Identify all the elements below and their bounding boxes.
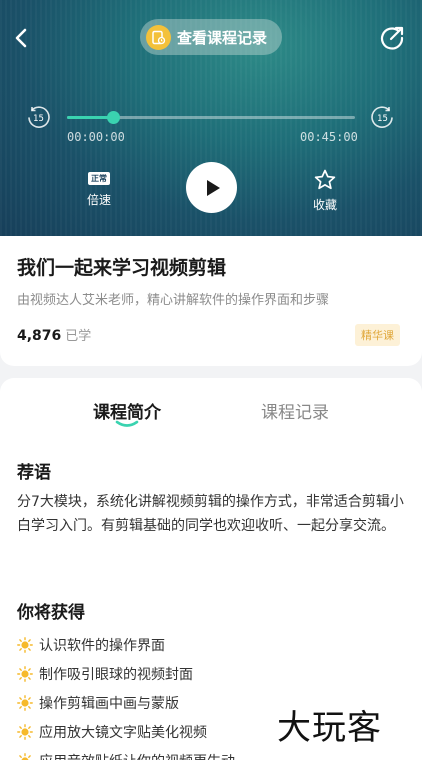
favorite-button[interactable]: 收藏 (305, 168, 345, 213)
list-item: 应用音效贴纸让你的视频更生动 (17, 746, 235, 760)
forward-seconds: 15 (377, 114, 388, 124)
list-item: 制作吸引眼球的视频封面 (17, 659, 235, 688)
learned-unit: 已学 (65, 329, 92, 344)
sun-icon (17, 665, 33, 682)
recommend-text: 分7大模块，系统化讲解视频剪辑的操作方式，非常适合剪辑小白学习入门。有剪辑基础的… (17, 494, 404, 534)
view-course-record-button[interactable]: 查看课程记录 (140, 19, 282, 55)
list-item: 操作剪辑画中画与蒙版 (17, 688, 235, 717)
list-item: 应用放大镜文字贴美化视频 (17, 717, 235, 746)
recommend-title: 荐语 (17, 463, 51, 483)
share-icon[interactable] (378, 24, 406, 52)
tab-course-record[interactable]: 课程记录 (261, 398, 329, 423)
star-icon (314, 169, 336, 190)
learned-number: 4,876 (17, 328, 62, 344)
active-tab-indicator (115, 420, 139, 427)
gain-title: 你将获得 (17, 603, 85, 623)
speed-label: 倍速 (86, 193, 111, 207)
current-time: 00:00:00 (67, 130, 125, 144)
play-button[interactable] (186, 162, 237, 213)
gain-list: 认识软件的操作界面 制作吸引眼球的视频封面 操作剪辑画中画与蒙版 应用放大镜文字… (17, 630, 235, 760)
record-button-label: 查看课程记录 (177, 28, 268, 47)
playback-speed-button[interactable]: 正常 倍速 (80, 172, 118, 208)
course-info-card: 我们一起来学习视频剪辑 由视频达人艾米老师，精心讲解软件的操作界面和步骤 4,8… (0, 236, 422, 366)
speed-badge: 正常 (88, 172, 110, 185)
progress-track[interactable] (67, 111, 355, 124)
course-title: 我们一起来学习视频剪辑 (17, 257, 227, 279)
list-item: 认识软件的操作界面 (17, 630, 235, 659)
favorite-label: 收藏 (312, 198, 337, 212)
tab-bar: 课程简介 课程记录 (0, 378, 422, 436)
sun-icon (17, 694, 33, 711)
rewind-15-icon[interactable]: 15 (26, 105, 50, 129)
progress-knob[interactable] (107, 111, 121, 124)
premium-badge: 精华课 (355, 324, 400, 346)
audio-player-header: 查看课程记录 15 15 00:00:00 00:45:00 正常 倍速 收藏 (0, 0, 422, 236)
watermark: 大玩客 (277, 708, 382, 748)
back-arrow-icon[interactable] (8, 22, 36, 54)
play-icon (206, 179, 220, 196)
total-time: 00:45:00 (300, 130, 358, 144)
sun-icon (17, 752, 33, 760)
learned-count: 4,876 已学 (17, 325, 91, 344)
sun-icon (17, 723, 33, 740)
course-description: 由视频达人艾米老师，精心讲解软件的操作界面和步骤 (17, 293, 330, 308)
record-icon (146, 24, 171, 50)
sun-icon (17, 636, 33, 653)
rewind-seconds: 15 (33, 114, 44, 124)
forward-15-icon[interactable]: 15 (371, 105, 395, 129)
